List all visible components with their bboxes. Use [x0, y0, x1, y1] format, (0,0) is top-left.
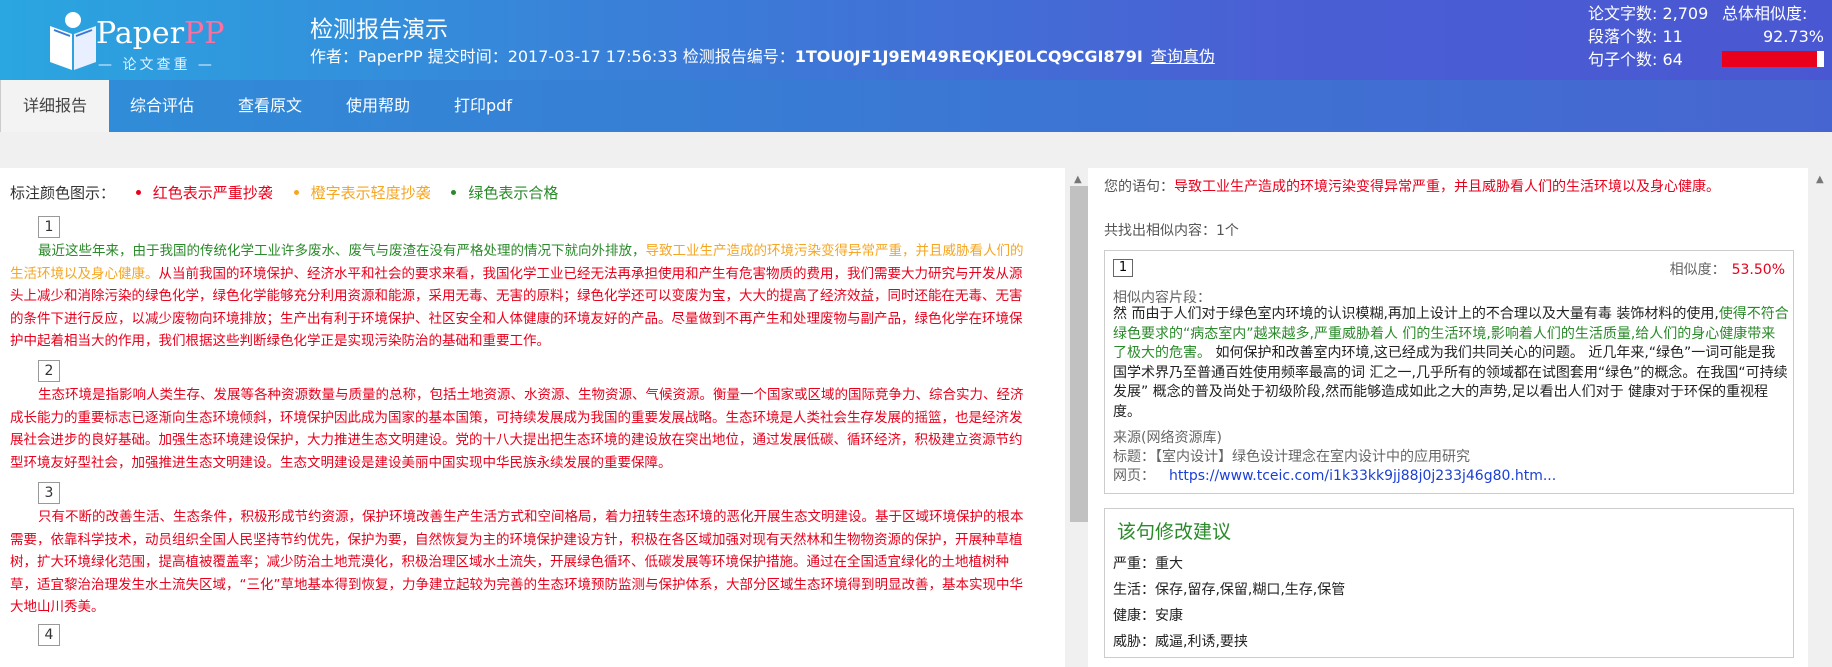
segment-red[interactable]: 生态环境是指影响人类生存、发展等各种资源数量与质量的总称，包括土地资源、水资源、…	[10, 387, 1024, 471]
source-url: 网页： https://www.tceic.com/i1k33kk9jj88j0j…	[1113, 467, 1556, 486]
report-meta: 作者：PaperPP 提交时间：2017-03-17 17:56:33 检测报告…	[310, 43, 1215, 67]
fragment-text: 然 而由于人们对于绿色室内环境的认识模糊,再加上设计上的不合理以及大量有毒 装饰…	[1113, 305, 1789, 422]
segment-green[interactable]: 最近这些年来，由于我国的传统化学工业许多废水、废气与废渣在没有严格处理的情况下就…	[38, 243, 646, 259]
report-content-panel[interactable]: 标注颜色图示： 红色表示严重抄袭 橙字表示轻度抄袭 绿色表示合格 1 最近这些年…	[0, 168, 1065, 667]
similarity-bar-fill	[1722, 51, 1817, 67]
logo-tagline: — 论文查重 —	[98, 57, 215, 73]
right-scrollbar[interactable]: ▲	[1808, 168, 1832, 667]
match-number: 1	[1113, 259, 1133, 277]
stats-left: 论文字数: 2,709 段落个数: 11 句子个数: 64	[1588, 2, 1708, 71]
paragraph-2: 2 生态环境是指影响人类生存、发展等各种资源数量与质量的总称，包括土地资源、水资…	[10, 360, 1035, 474]
paragraph-4: 4	[10, 624, 1035, 648]
title-label: 标题：	[1113, 449, 1155, 465]
sentence-count: 句子个数: 64	[1588, 50, 1683, 69]
total-similarity-label: 总体相似度:	[1722, 4, 1808, 23]
tab-help[interactable]: 使用帮助	[324, 80, 432, 132]
suggestion-heading: 该句修改建议	[1117, 521, 1232, 543]
tab-detailed-report[interactable]: 详细报告	[0, 80, 110, 132]
scroll-up-icon[interactable]: ▲	[1816, 174, 1824, 185]
match-similarity: 相似度： 53.50%	[1670, 259, 1785, 279]
source-label: 来源(网络资源库)	[1113, 430, 1222, 446]
similarity-bar	[1722, 51, 1824, 67]
sentence-text: 导致工业生产造成的环境污染变得异常严重，并且威胁看人们的生活环境以及身心健康。	[1174, 179, 1720, 195]
source-url-link[interactable]: https://www.tceic.com/i1k33kk9jj88j0j233…	[1169, 468, 1556, 484]
paperpp-logo[interactable]: PaperPP — 论文查重 —	[40, 6, 230, 76]
fragment-segment: 然 而由于人们对于绿色室内环境的认识模糊,再加上设计上的不合理以及大量有毒 装饰…	[1113, 306, 1719, 322]
your-sentence: 您的语句：导致工业生产造成的环境污染变得异常严重，并且威胁看人们的生活环境以及身…	[1104, 176, 1720, 196]
page-title: 检测报告演示	[310, 17, 448, 43]
paragraph-text: 最近这些年来，由于我国的传统化学工业许多废水、废气与废渣在没有严格处理的情况下就…	[10, 240, 1035, 353]
source-title: 标题：【室内设计】绿色设计理念在室内设计中的应用研究	[1113, 448, 1556, 467]
paragraph-1: 1 最近这些年来，由于我国的传统化学工业许多废水、废气与废渣在没有严格处理的情况…	[10, 216, 1035, 353]
legend-red: 红色表示严重抄袭	[152, 184, 273, 202]
stats-right: 总体相似度: 92.73%	[1722, 2, 1824, 48]
scroll-up-icon[interactable]: ▲	[1074, 174, 1082, 185]
word-count: 论文字数: 2,709	[1588, 4, 1709, 23]
detail-panel[interactable]: 您的语句：导致工业生产造成的环境污染变得异常严重，并且威胁看人们的生活环境以及身…	[1088, 168, 1808, 667]
title-value: 【室内设计】绿色设计理念在室内设计中的应用研究	[1155, 449, 1470, 465]
report-id: 1TOU0JF1J9EM49REQKJE0LCQ9CGI879I	[794, 47, 1143, 66]
suggestion-row: 生活：保存,留存,保留,糊口,生存,保管	[1113, 582, 1346, 598]
fragment-label: 相似内容片段：	[1113, 290, 1211, 306]
paragraph-number[interactable]: 4	[38, 624, 60, 646]
match-card: 1 相似度： 53.50% 相似内容片段： 然 而由于人们对于绿色室内环境的认识模…	[1104, 250, 1794, 494]
scrollbar-thumb[interactable]	[1070, 186, 1088, 522]
book-logo-icon	[50, 12, 96, 70]
found-count: 共找出相似内容：1个	[1104, 223, 1239, 239]
color-legend: 标注颜色图示： 红色表示严重抄袭 橙字表示轻度抄袭 绿色表示合格	[10, 182, 558, 203]
sentence-label: 您的语句：	[1104, 179, 1174, 195]
paragraph-text: 生态环境是指影响人类生存、发展等各种资源数量与质量的总称，包括土地资源、水资源、…	[10, 384, 1035, 474]
legend-orange: 橙字表示轻度抄袭	[310, 184, 431, 202]
tab-view-original[interactable]: 查看原文	[216, 80, 324, 132]
total-similarity-value: 92.73%	[1762, 27, 1824, 46]
main-nav: 详细报告 综合评估 查看原文 使用帮助 打印pdf	[0, 80, 1832, 132]
tab-print-pdf[interactable]: 打印pdf	[432, 80, 534, 132]
tab-overall-evaluation[interactable]: 综合评估	[108, 80, 216, 132]
legend-label: 标注颜色图示：	[10, 184, 116, 202]
suggestion-row: 威胁：威逼,利诱,要挟	[1113, 634, 1248, 650]
report-header: PaperPP — 论文查重 — 检测报告演示 作者：PaperPP 提交时间：…	[0, 0, 1832, 80]
paragraph-number[interactable]: 2	[38, 360, 60, 382]
red-dot-icon	[135, 189, 141, 195]
left-scrollbar[interactable]: ▲	[1068, 168, 1090, 667]
suggestion-row: 健康：安康	[1113, 608, 1183, 624]
green-dot-icon	[451, 189, 457, 195]
segment-red[interactable]: 从当前我国的环境保护、经济水平和社会的要求来看，我国化学工业已经无法再承担使用和…	[10, 266, 1023, 350]
orange-dot-icon	[293, 189, 299, 195]
suggestion-row: 严重：重大	[1113, 556, 1183, 572]
similarity-label: 相似度：	[1669, 262, 1726, 278]
similarity-value: 53.50%	[1731, 262, 1785, 278]
paragraph-number[interactable]: 3	[38, 482, 60, 504]
paragraph-3: 3 只有不断的改善生活、生态条件，积极形成节约资源，保护环境改善生产生活方式和空…	[10, 482, 1035, 619]
suggestion-box: 该句修改建议 严重：重大 生活：保存,留存,保留,糊口,生存,保管 健康：安康 …	[1104, 508, 1794, 658]
fragment-segment: 如何保护和改善室内环境,这已经成为我们共同关心的问题。 近几年来,“绿色”一词可…	[1113, 345, 1788, 420]
paragraph-text: 只有不断的改善生活、生态条件，积极形成节约资源，保护环境改善生产生活方式和空间格…	[10, 506, 1035, 619]
legend-green: 绿色表示合格	[468, 184, 559, 202]
source-info: 来源(网络资源库) 标题：【室内设计】绿色设计理念在室内设计中的应用研究 网页：…	[1113, 429, 1556, 486]
paragraph-count: 段落个数: 11	[1588, 27, 1683, 46]
meta-prefix: 作者：PaperPP 提交时间：2017-03-17 17:56:33 检测报告…	[310, 47, 795, 66]
verify-link[interactable]: 查询真伪	[1151, 47, 1215, 66]
logo-brand: PaperPP	[96, 16, 225, 51]
segment-red[interactable]: 只有不断的改善生活、生态条件，积极形成节约资源，保护环境改善生产生活方式和空间格…	[10, 509, 1024, 615]
paragraph-number[interactable]: 1	[38, 216, 60, 238]
url-label: 网页：	[1113, 468, 1155, 484]
